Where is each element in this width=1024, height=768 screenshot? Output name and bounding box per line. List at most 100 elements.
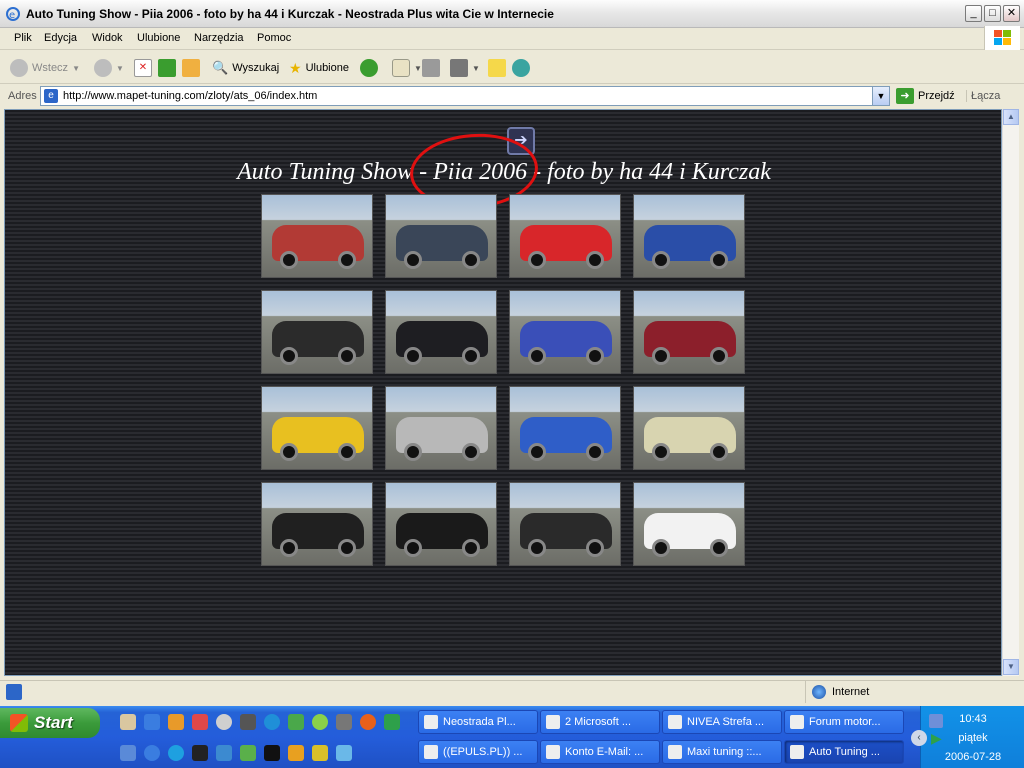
back-button[interactable]: Wstecz ▼ [10,57,80,79]
quicklaunch-icon[interactable] [144,745,160,761]
discuss-button[interactable] [488,57,506,79]
car-photo-thumbnail[interactable] [633,386,745,470]
task-epuls[interactable]: ((EPULS.PL)) ... [418,740,538,764]
task-label: Maxi tuning ::... [687,746,762,758]
car-photo-thumbnail[interactable] [385,290,497,374]
car-photo-thumbnail[interactable] [385,194,497,278]
car-photo-thumbnail[interactable] [261,482,373,566]
music-icon[interactable] [288,714,304,730]
car-photo-thumbnail[interactable] [633,194,745,278]
task-auto-tuning[interactable]: Auto Tuning ... [784,740,904,764]
car-photo-thumbnail[interactable] [261,290,373,374]
car-photo-thumbnail[interactable] [509,290,621,374]
address-url[interactable]: http://www.mapet-tuning.com/zloty/ats_06… [63,90,317,102]
wheel [710,443,728,461]
quicklaunch-icon[interactable] [264,714,280,730]
app-icon [424,745,438,759]
car-photo-thumbnail[interactable] [633,482,745,566]
wheel [280,347,298,365]
quicklaunch-icon[interactable] [336,745,352,761]
scroll-up-icon[interactable]: ▲ [1003,109,1019,125]
task-label: Konto E-Mail: ... [565,746,644,758]
search-label: Wyszukaj [232,62,280,74]
skype-icon[interactable] [168,745,184,761]
menu-ulubione[interactable]: Ulubione [137,32,180,44]
address-bar: Adres e http://www.mapet-tuning.com/zlot… [0,85,1024,108]
task-nivea[interactable]: NIVEA Strefa ... [662,710,782,734]
app-icon [790,745,804,759]
messenger-button[interactable] [512,57,530,79]
menu-plik[interactable]: Plik [14,32,32,44]
car-photo-thumbnail[interactable] [261,194,373,278]
vertical-scrollbar[interactable]: ▲ ▼ [1002,109,1019,676]
menu-widok[interactable]: Widok [92,32,123,44]
title-bar[interactable]: e Auto Tuning Show - Piia 2006 - foto by… [0,0,1024,28]
task-konto-email[interactable]: Konto E-Mail: ... [540,740,660,764]
task-maxi-tuning[interactable]: Maxi tuning ::... [662,740,782,764]
quicklaunch-icon[interactable] [336,714,352,730]
task-forum[interactable]: Forum motor... [784,710,904,734]
go-button[interactable]: ➜ Przejdź [896,88,955,104]
window-title: Auto Tuning Show - Piia 2006 - foto by h… [26,7,554,21]
quicklaunch-icon[interactable] [240,745,256,761]
quicklaunch-ie-icon[interactable] [144,714,160,730]
task-label: Forum motor... [809,716,881,728]
menu-pomoc[interactable]: Pomoc [257,32,291,44]
quicklaunch-icon[interactable] [312,745,328,761]
quicklaunch-icon[interactable] [384,714,400,730]
messenger-icon [512,59,530,77]
wheel [462,539,480,557]
minimize-button[interactable]: _ [965,5,982,22]
history-button[interactable] [360,57,378,79]
task-neostrada[interactable]: Neostrada Pl... [418,710,538,734]
stop-button[interactable]: ✕ [134,57,152,79]
car-photo-thumbnail[interactable] [509,194,621,278]
address-dropdown-icon[interactable]: ▼ [872,87,889,105]
car-photo-thumbnail[interactable] [509,386,621,470]
quicklaunch-icon[interactable] [192,714,208,730]
wheel [280,443,298,461]
clock-time[interactable]: 10:43 [921,713,1024,725]
start-button[interactable]: Start [0,708,100,738]
mail-button[interactable]: ▼ [392,57,422,79]
car-photo-thumbnail[interactable] [261,386,373,470]
quicklaunch-icon[interactable] [120,714,136,730]
car-photo-thumbnail[interactable] [509,482,621,566]
cd-icon[interactable] [216,714,232,730]
wheel [338,539,356,557]
car-photo-thumbnail[interactable] [633,290,745,374]
task-microsoft[interactable]: 2 Microsoft ... [540,710,660,734]
quicklaunch-icon[interactable] [240,714,256,730]
close-button[interactable]: ✕ [1003,5,1020,22]
quicklaunch-icon[interactable] [360,714,376,730]
quicklaunch-icon[interactable] [264,745,280,761]
quicklaunch-icon[interactable] [216,745,232,761]
quicklaunch-icon[interactable] [120,745,136,761]
menu-edycja[interactable]: Edycja [44,32,77,44]
menu-narzedzia[interactable]: Narzędzia [194,32,244,44]
wheel [528,347,546,365]
wheel [528,443,546,461]
wheel [652,539,670,557]
car-photo-thumbnail[interactable] [385,386,497,470]
refresh-button[interactable] [158,57,176,79]
forward-button[interactable]: ▼ [94,57,124,79]
quicklaunch-icon[interactable] [288,745,304,761]
print-button[interactable] [422,57,440,79]
quicklaunch-icon[interactable] [168,714,184,730]
app-icon [424,715,438,729]
home-button[interactable] [182,57,200,79]
address-input[interactable]: e http://www.mapet-tuning.com/zloty/ats_… [40,86,890,106]
search-button[interactable]: 🔍 Wyszukaj [212,57,279,79]
edit-button[interactable]: ▼ [450,57,480,79]
wheel [710,251,728,269]
scroll-down-icon[interactable]: ▼ [1003,659,1019,675]
app-icon [668,715,682,729]
quicklaunch-icon[interactable] [312,714,328,730]
home-icon [182,59,200,77]
maximize-button[interactable]: □ [984,5,1001,22]
quicklaunch-icon[interactable] [192,745,208,761]
favorites-button[interactable]: ★ Ulubione [289,57,349,79]
links-button[interactable]: Łącza [966,90,1000,102]
car-photo-thumbnail[interactable] [385,482,497,566]
